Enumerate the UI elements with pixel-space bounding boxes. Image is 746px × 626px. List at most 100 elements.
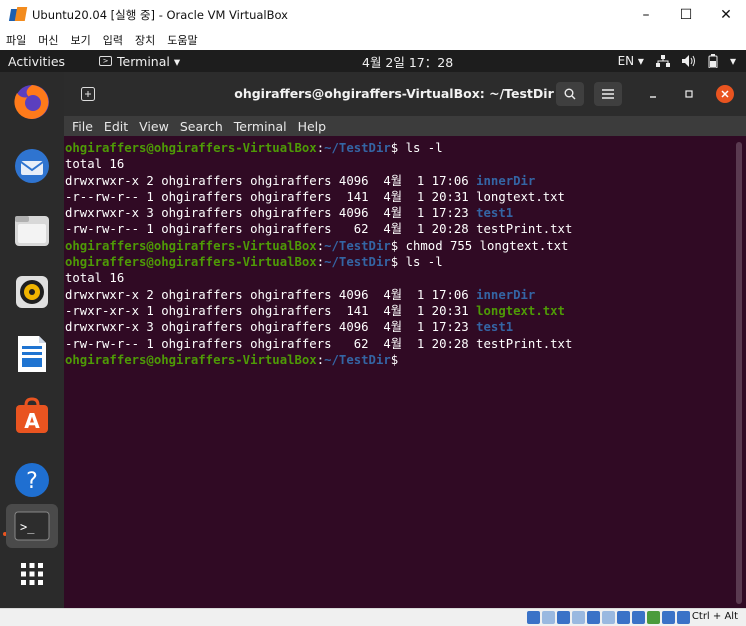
ls-entry-details: drwxrwxr-x 2 ohgiraffers ohgiraffers 409… bbox=[65, 287, 477, 302]
terminal-menu-edit[interactable]: Edit bbox=[104, 119, 128, 134]
prompt-symbol: $ bbox=[390, 238, 406, 253]
command-text: ls -l bbox=[405, 255, 443, 270]
activities-button[interactable]: Activities bbox=[8, 54, 65, 69]
keyboard-capture-icon[interactable] bbox=[677, 611, 690, 624]
terminal-output[interactable]: ohgiraffers@ohgiraffers-VirtualBox:~/Tes… bbox=[64, 136, 746, 608]
rhythmbox-icon[interactable] bbox=[10, 270, 54, 314]
firefox-icon[interactable] bbox=[10, 80, 54, 124]
prompt-symbol: $ bbox=[390, 141, 406, 155]
thunderbird-icon[interactable] bbox=[10, 144, 54, 188]
ls-entry-details: drwxrwxr-x 2 ohgiraffers ohgiraffers 409… bbox=[65, 173, 477, 188]
terminal-line: -r--rw-r-- 1 ohgiraffers ohgiraffers 141… bbox=[65, 189, 746, 205]
dock: A ? >_ bbox=[0, 72, 64, 608]
search-icon[interactable] bbox=[556, 82, 584, 106]
prompt-path: ~/TestDir bbox=[324, 141, 391, 155]
ls-entry-name: longtext.txt bbox=[476, 189, 565, 204]
files-icon[interactable] bbox=[10, 208, 54, 252]
host-key-label: Ctrl + Alt bbox=[691, 611, 738, 622]
terminal-line: drwxrwxr-x 3 ohgiraffers ohgiraffers 409… bbox=[65, 319, 746, 335]
terminal-line: -rwxr-xr-x 1 ohgiraffers ohgiraffers 141… bbox=[65, 303, 746, 319]
clock[interactable]: 4월 2일 17：28 bbox=[362, 52, 453, 71]
terminal-header-bar: ohgiraffers@ohgiraffers-VirtualBox: ~/Te… bbox=[64, 72, 746, 116]
command-text: ls -l bbox=[405, 141, 443, 155]
ubuntu-software-icon[interactable]: A bbox=[10, 394, 54, 438]
network-adapter-icon[interactable] bbox=[572, 611, 585, 624]
host-title-bar: Ubuntu20.04 [실행 중] - Oracle VM VirtualBo… bbox=[0, 0, 746, 30]
ls-entry-details: -rw-rw-r-- 1 ohgiraffers ohgiraffers 62 … bbox=[65, 336, 477, 351]
terminal-line: ohgiraffers@ohgiraffers-VirtualBox:~/Tes… bbox=[65, 140, 746, 156]
ls-entry-details: -rwxr-xr-x 1 ohgiraffers ohgiraffers 141… bbox=[65, 303, 477, 318]
prompt-user: ohgiraffers@ohgiraffers-VirtualBox bbox=[65, 238, 317, 253]
prompt-path: ~/TestDir bbox=[324, 255, 391, 270]
usb-icon[interactable] bbox=[587, 611, 600, 624]
prompt-colon: : bbox=[316, 141, 325, 155]
ls-entry-name: innerDir bbox=[476, 287, 536, 302]
prompt-path: ~/TestDir bbox=[324, 352, 391, 367]
terminal-menu-search[interactable]: Search bbox=[180, 119, 223, 134]
battery-icon[interactable] bbox=[708, 54, 718, 68]
prompt-symbol: $ bbox=[390, 255, 406, 270]
power-menu-icon[interactable]: ▾ bbox=[730, 54, 736, 68]
terminal-dock-icon[interactable]: >_ bbox=[6, 504, 58, 548]
terminal-menu-file[interactable]: File bbox=[72, 119, 93, 134]
terminal-menu-view[interactable]: View bbox=[139, 119, 169, 134]
show-applications-icon[interactable] bbox=[10, 552, 54, 596]
prompt-user: ohgiraffers@ohgiraffers-VirtualBox bbox=[65, 255, 317, 270]
prompt-colon: : bbox=[316, 352, 325, 367]
maximize-icon[interactable] bbox=[680, 85, 698, 103]
hard-disk-icon[interactable] bbox=[527, 611, 540, 624]
virtualbox-icon bbox=[8, 7, 28, 23]
shared-folders-icon[interactable] bbox=[602, 611, 615, 624]
hamburger-menu-icon[interactable] bbox=[594, 82, 622, 106]
ls-entry-name: testPrint.txt bbox=[476, 336, 573, 351]
terminal-line: drwxrwxr-x 2 ohgiraffers ohgiraffers 409… bbox=[65, 287, 746, 303]
audio-icon[interactable] bbox=[557, 611, 570, 624]
minimize-icon[interactable] bbox=[644, 85, 662, 103]
help-icon[interactable]: ? bbox=[10, 458, 54, 502]
ls-entry-name: test1 bbox=[476, 206, 514, 221]
menu-file[interactable]: 파일 bbox=[6, 32, 26, 48]
display-icon[interactable] bbox=[617, 611, 630, 624]
host-status-bar: Ctrl + Alt bbox=[0, 608, 746, 626]
terminal-line: drwxrwxr-x 3 ohgiraffers ohgiraffers 409… bbox=[65, 205, 746, 221]
cpu-icon[interactable] bbox=[662, 611, 675, 624]
terminal-icon: > bbox=[99, 56, 113, 66]
writer-icon[interactable] bbox=[10, 332, 54, 376]
menu-input[interactable]: 입력 bbox=[103, 32, 123, 48]
mouse-integration-icon[interactable] bbox=[647, 611, 660, 624]
terminal-line: ohgiraffers@ohgiraffers-VirtualBox:~/Tes… bbox=[65, 352, 746, 368]
prompt-user: ohgiraffers@ohgiraffers-VirtualBox bbox=[65, 141, 317, 155]
ls-entry-name: test1 bbox=[476, 320, 514, 335]
menu-help[interactable]: 도움말 bbox=[167, 32, 197, 48]
ls-entry-details: drwxrwxr-x 3 ohgiraffers ohgiraffers 409… bbox=[65, 206, 477, 221]
menu-machine[interactable]: 머신 bbox=[38, 32, 58, 48]
prompt-user: ohgiraffers@ohgiraffers-VirtualBox bbox=[65, 352, 317, 367]
ls-entry-name: testPrint.txt bbox=[476, 222, 573, 237]
prompt-colon: : bbox=[316, 255, 325, 270]
terminal-line: -rw-rw-r-- 1 ohgiraffers ohgiraffers 62 … bbox=[65, 336, 746, 352]
output-text: total 16 bbox=[65, 271, 125, 286]
window-title: Ubuntu20.04 [실행 중] - Oracle VM VirtualBo… bbox=[32, 8, 288, 22]
minimize-button[interactable]: – bbox=[626, 0, 666, 30]
svg-text:?: ? bbox=[26, 469, 38, 494]
menu-devices[interactable]: 장치 bbox=[135, 32, 155, 48]
ubuntu-top-bar: Activities > Terminal ▾ 4월 2일 17：28 EN ▾… bbox=[0, 50, 746, 72]
command-text: chmod 755 longtext.txt bbox=[405, 238, 569, 253]
optical-drive-icon[interactable] bbox=[542, 611, 555, 624]
terminal-menu-terminal[interactable]: Terminal bbox=[234, 119, 287, 134]
ls-entry-name: longtext.txt bbox=[476, 303, 565, 318]
network-icon[interactable] bbox=[655, 55, 670, 67]
recording-icon[interactable] bbox=[632, 611, 645, 624]
language-selector[interactable]: EN ▾ bbox=[618, 54, 644, 68]
maximize-button[interactable]: ☐ bbox=[666, 0, 706, 30]
close-icon[interactable] bbox=[716, 85, 734, 103]
volume-icon[interactable] bbox=[681, 55, 696, 67]
prompt-colon: : bbox=[316, 238, 325, 253]
terminal-scrollbar[interactable] bbox=[736, 142, 742, 604]
terminal-menu-help[interactable]: Help bbox=[298, 119, 327, 134]
close-button[interactable]: ✕ bbox=[706, 0, 746, 30]
app-menu[interactable]: > Terminal ▾ bbox=[99, 54, 180, 69]
app-menu-label: Terminal ▾ bbox=[117, 53, 181, 69]
ls-entry-details: drwxrwxr-x 3 ohgiraffers ohgiraffers 409… bbox=[65, 320, 477, 335]
menu-view[interactable]: 보기 bbox=[71, 32, 91, 48]
